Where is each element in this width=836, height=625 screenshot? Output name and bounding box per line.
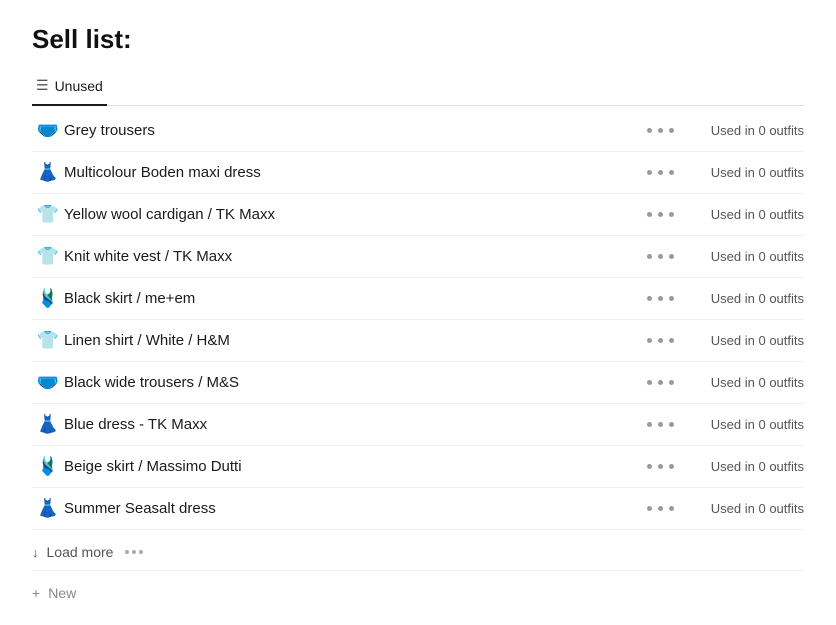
- item-actions[interactable]: [645, 128, 676, 133]
- action-dot: [647, 380, 652, 385]
- item-name: Black skirt / me+em: [64, 290, 645, 307]
- dot-3: [139, 550, 143, 554]
- item-name: Blue dress - TK Maxx: [64, 416, 645, 433]
- item-actions[interactable]: [645, 422, 676, 427]
- action-dot: [669, 296, 674, 301]
- item-status: Used in 0 outfits: [684, 501, 804, 516]
- item-name: Knit white vest / TK Maxx: [64, 248, 645, 265]
- item-status: Used in 0 outfits: [684, 291, 804, 306]
- clothing-icon: 🩱: [32, 456, 64, 477]
- action-dot: [669, 464, 674, 469]
- item-status: Used in 0 outfits: [684, 207, 804, 222]
- list-item[interactable]: 👕Linen shirt / White / H&M Used in 0 outf…: [32, 320, 804, 362]
- clothing-icon: 🩲: [32, 372, 64, 393]
- list-item[interactable]: 👕Knit white vest / TK Maxx Used in 0 outf…: [32, 236, 804, 278]
- clothing-icon: 👕: [32, 330, 64, 351]
- tabs-bar: ☰ Unused: [32, 71, 804, 106]
- action-dot: [658, 296, 663, 301]
- list-item[interactable]: 🩱Black skirt / me+em Used in 0 outfits: [32, 278, 804, 320]
- action-dot: [647, 170, 652, 175]
- plus-icon: +: [32, 585, 40, 601]
- action-dot: [647, 128, 652, 133]
- clothing-icon: 🩲: [32, 120, 64, 141]
- action-dot: [647, 212, 652, 217]
- new-label[interactable]: New: [48, 585, 76, 601]
- item-name: Yellow wool cardigan / TK Maxx: [64, 206, 645, 223]
- action-dot: [658, 170, 663, 175]
- action-dot: [669, 212, 674, 217]
- item-status: Used in 0 outfits: [684, 459, 804, 474]
- load-more-row[interactable]: ↓ Load more: [32, 530, 804, 571]
- action-dot: [669, 380, 674, 385]
- item-actions[interactable]: [645, 464, 676, 469]
- item-name: Linen shirt / White / H&M: [64, 332, 645, 349]
- action-dot: [647, 422, 652, 427]
- new-row[interactable]: + New: [32, 571, 804, 601]
- item-actions[interactable]: [645, 380, 676, 385]
- action-dot: [647, 464, 652, 469]
- action-dot: [647, 506, 652, 511]
- list-item[interactable]: 👗Blue dress - TK Maxx Used in 0 outfits: [32, 404, 804, 446]
- items-list: 🩲Grey trousersUsed in 0 outfits👗Multicol…: [32, 110, 804, 530]
- list-item[interactable]: 🩲Black wide trousers / M&S Used in 0 outf…: [32, 362, 804, 404]
- item-actions[interactable]: [645, 212, 676, 217]
- list-icon: ☰: [36, 77, 49, 94]
- item-status: Used in 0 outfits: [684, 249, 804, 264]
- down-arrow-icon: ↓: [32, 545, 39, 560]
- item-actions[interactable]: [645, 296, 676, 301]
- list-item[interactable]: 🩲Grey trousers Used in 0 outfits: [32, 110, 804, 152]
- list-item[interactable]: 👕Yellow wool cardigan / TK Maxx Used in 0…: [32, 194, 804, 236]
- item-status: Used in 0 outfits: [684, 417, 804, 432]
- action-dot: [669, 170, 674, 175]
- tab-unused[interactable]: ☰ Unused: [32, 71, 107, 106]
- item-name: Summer Seasalt dress: [64, 500, 645, 517]
- list-item[interactable]: 👗Multicolour Boden maxi dress Used in 0 o…: [32, 152, 804, 194]
- item-actions[interactable]: [645, 338, 676, 343]
- action-dot: [658, 422, 663, 427]
- clothing-icon: 👗: [32, 414, 64, 435]
- action-dot: [658, 380, 663, 385]
- item-name: Beige skirt / Massimo Dutti: [64, 458, 645, 475]
- action-dot: [647, 254, 652, 259]
- action-dot: [669, 422, 674, 427]
- item-actions[interactable]: [645, 254, 676, 259]
- dot-2: [132, 550, 136, 554]
- action-dot: [658, 506, 663, 511]
- clothing-icon: 👗: [32, 162, 64, 183]
- item-name: Multicolour Boden maxi dress: [64, 164, 645, 181]
- list-item[interactable]: 🩱Beige skirt / Massimo Dutti Used in 0 ou…: [32, 446, 804, 488]
- action-dot: [658, 212, 663, 217]
- dot-1: [125, 550, 129, 554]
- item-name: Grey trousers: [64, 122, 645, 139]
- clothing-icon: 👕: [32, 204, 64, 225]
- clothing-icon: 👕: [32, 246, 64, 267]
- item-name: Black wide trousers / M&S: [64, 374, 645, 391]
- action-dot: [658, 464, 663, 469]
- load-more-dots: [125, 550, 143, 554]
- clothing-icon: 🩱: [32, 288, 64, 309]
- clothing-icon: 👗: [32, 498, 64, 519]
- item-status: Used in 0 outfits: [684, 165, 804, 180]
- list-item[interactable]: 👗Summer Seasalt dress Used in 0 outfits: [32, 488, 804, 530]
- action-dot: [658, 128, 663, 133]
- item-status: Used in 0 outfits: [684, 333, 804, 348]
- item-status: Used in 0 outfits: [684, 123, 804, 138]
- action-dot: [669, 506, 674, 511]
- load-more-label[interactable]: Load more: [47, 544, 114, 560]
- action-dot: [647, 296, 652, 301]
- tab-label: Unused: [55, 78, 103, 94]
- action-dot: [647, 338, 652, 343]
- item-actions[interactable]: [645, 506, 676, 511]
- action-dot: [658, 338, 663, 343]
- action-dot: [669, 128, 674, 133]
- action-dot: [658, 254, 663, 259]
- page-title: Sell list:: [32, 24, 804, 55]
- item-actions[interactable]: [645, 170, 676, 175]
- action-dot: [669, 338, 674, 343]
- item-status: Used in 0 outfits: [684, 375, 804, 390]
- action-dot: [669, 254, 674, 259]
